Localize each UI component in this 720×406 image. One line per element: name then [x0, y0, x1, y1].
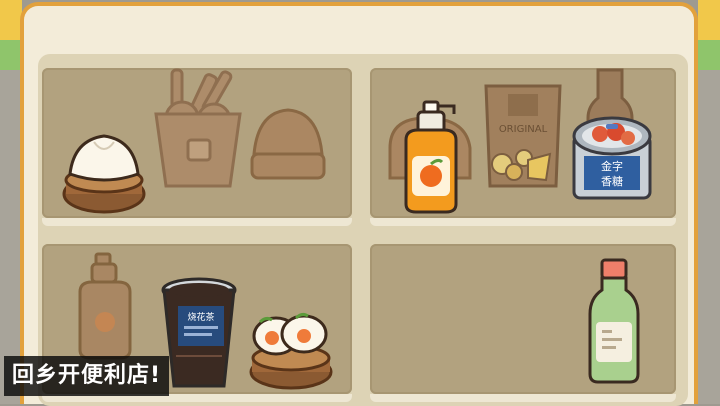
iced-coffee-item[interactable]: 烧花茶	[160, 276, 238, 392]
steamed-bun-item[interactable]	[60, 128, 148, 216]
green-bottle-item[interactable]	[584, 258, 644, 386]
game-screen: ORIGINAL 金字 香糖 烧花茶 回乡开便利店!	[0, 0, 720, 406]
silhouette-lotion-item[interactable]	[72, 252, 138, 360]
background-left	[0, 0, 22, 404]
can-label-line2: 香糖	[601, 174, 623, 188]
silhouette-cup-item[interactable]	[152, 66, 244, 192]
coffee-label: 烧花茶	[187, 311, 214, 323]
chips-bag-item[interactable]: ORIGINAL	[480, 82, 566, 190]
chips-bag-label: ORIGINAL	[499, 124, 548, 135]
silhouette-bun-item[interactable]	[248, 104, 328, 192]
background-right	[698, 0, 720, 404]
orange-lotion-bottle-item[interactable]	[398, 100, 466, 216]
caption-banner: 回乡开便利店!	[4, 356, 170, 396]
rice-cake-item[interactable]	[246, 300, 336, 392]
canned-food-item[interactable]: 金字 香糖	[570, 110, 654, 210]
can-label: 金字	[601, 159, 623, 173]
